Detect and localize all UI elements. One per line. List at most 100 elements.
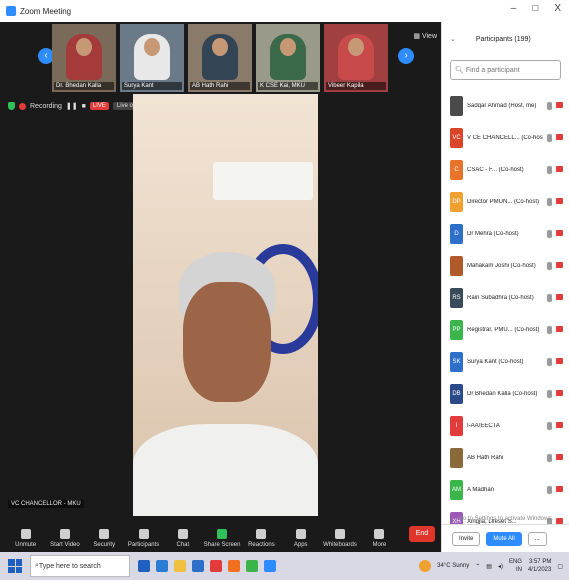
firefox-icon[interactable] bbox=[228, 560, 240, 572]
video-off-icon[interactable] bbox=[556, 262, 563, 268]
pause-recording-icon[interactable]: ❚❚ bbox=[66, 102, 78, 110]
microphone-muted-icon[interactable] bbox=[547, 358, 552, 366]
participant-status bbox=[547, 326, 563, 334]
tool-label: Reactions bbox=[248, 542, 275, 548]
thumbnail-face bbox=[212, 38, 228, 56]
microphone-muted-icon[interactable] bbox=[547, 166, 552, 174]
thumbnail-face bbox=[76, 38, 92, 56]
chat-button[interactable]: Chat bbox=[163, 529, 202, 548]
reactions-button[interactable]: Reactions bbox=[242, 529, 281, 548]
participant-row[interactable]: PP Registrar, PMU... (Co-host) bbox=[442, 314, 569, 346]
avatar bbox=[450, 256, 463, 276]
microphone-muted-icon[interactable] bbox=[547, 134, 552, 142]
video-off-icon[interactable] bbox=[556, 358, 563, 364]
unmute-button[interactable]: Unmute bbox=[6, 529, 45, 548]
zoom-app-icon[interactable] bbox=[264, 560, 276, 572]
thumbnail-face bbox=[144, 38, 160, 56]
stop-recording-icon[interactable]: ■ bbox=[82, 103, 86, 110]
store-icon[interactable] bbox=[192, 560, 204, 572]
video-off-icon[interactable] bbox=[556, 230, 563, 236]
microphone-muted-icon[interactable] bbox=[547, 454, 552, 462]
thumbnails-next-button[interactable]: › bbox=[398, 48, 414, 64]
microphone-muted-icon[interactable] bbox=[547, 230, 552, 238]
recording-label: Recording bbox=[30, 102, 62, 110]
notification-icon[interactable]: ▢ bbox=[557, 563, 563, 570]
participant-row[interactable]: AM A Madhan bbox=[442, 474, 569, 506]
mute-all-button[interactable]: Mute All bbox=[486, 531, 522, 546]
minimize-button[interactable]: – bbox=[511, 3, 517, 14]
participant-row[interactable]: DP Director PMUN... (Co-host) bbox=[442, 186, 569, 218]
participant-thumbnail[interactable]: K CSE Kai, MKU bbox=[256, 24, 320, 92]
taskbar-search-input[interactable]: ⌕ Type here to search bbox=[30, 555, 130, 577]
microphone-muted-icon[interactable] bbox=[547, 486, 552, 494]
microphone-muted-icon[interactable] bbox=[547, 326, 552, 334]
participant-status bbox=[547, 230, 563, 238]
video-off-icon[interactable] bbox=[556, 422, 563, 428]
video-off-icon[interactable] bbox=[556, 486, 563, 492]
security-button[interactable]: Security bbox=[85, 529, 124, 548]
edge-browser-icon[interactable] bbox=[156, 560, 168, 572]
participant-row[interactable]: AB Hath Rahi bbox=[442, 442, 569, 474]
file-explorer-icon[interactable] bbox=[174, 560, 186, 572]
chrome-icon[interactable] bbox=[246, 560, 258, 572]
windows-start-icon[interactable] bbox=[8, 559, 22, 573]
clock[interactable]: 3:57 PM 4/1/2023 bbox=[528, 558, 551, 574]
participant-thumbnail[interactable]: AB Hath Rahi bbox=[188, 24, 252, 92]
invite-button[interactable]: Invite bbox=[452, 531, 481, 546]
participants-button[interactable]: Participants bbox=[124, 529, 163, 548]
microphone-muted-icon[interactable] bbox=[547, 294, 552, 302]
microphone-muted-icon[interactable] bbox=[547, 102, 552, 110]
video-off-icon[interactable] bbox=[556, 134, 563, 140]
participant-row[interactable]: I I-AA/EECTA bbox=[442, 410, 569, 442]
video-off-icon[interactable] bbox=[556, 294, 563, 300]
mail-icon[interactable] bbox=[210, 560, 222, 572]
whiteboards-button[interactable]: Whiteboards bbox=[320, 529, 359, 548]
participant-thumbnail[interactable]: Vibeer Kapila bbox=[324, 24, 388, 92]
view-button[interactable]: ▦ View bbox=[413, 32, 437, 40]
share-screen-button[interactable]: Share Screen bbox=[202, 529, 241, 548]
participant-row[interactable]: D Dr Mehra (Co-host) bbox=[442, 218, 569, 250]
tray-overflow-icon[interactable]: ⌃ bbox=[475, 563, 480, 570]
participant-row[interactable]: DB Dr Bhedan Kalla (Co-host) bbox=[442, 378, 569, 410]
participant-row[interactable]: RS Rain Subadhra (Co-host) bbox=[442, 282, 569, 314]
video-off-icon[interactable] bbox=[556, 198, 563, 204]
more-button[interactable]: More bbox=[360, 529, 399, 548]
task-view-icon[interactable] bbox=[138, 560, 150, 572]
video-off-icon[interactable] bbox=[556, 326, 563, 332]
participant-row[interactable]: Mahakam Joshi (Co-host) bbox=[442, 250, 569, 282]
participant-thumbnail[interactable]: Dr. Bhedan Kalla bbox=[52, 24, 116, 92]
participant-row[interactable]: VC V CE CHANCELL... (Co-host) bbox=[442, 122, 569, 154]
participant-row[interactable]: C CSAC - F... (Co-host) bbox=[442, 154, 569, 186]
microphone-muted-icon[interactable] bbox=[547, 262, 552, 270]
microphone-muted-icon[interactable] bbox=[547, 390, 552, 398]
window-controls: – □ X bbox=[511, 3, 561, 14]
microphone-muted-icon[interactable] bbox=[547, 422, 552, 430]
end-meeting-button[interactable]: End bbox=[408, 526, 435, 542]
tool-label: More bbox=[372, 542, 387, 548]
collapse-chevron-icon[interactable]: ⌄ bbox=[450, 35, 456, 43]
start-video-button[interactable]: Start Video bbox=[45, 529, 84, 548]
video-off-icon[interactable] bbox=[556, 390, 563, 396]
apps-button[interactable]: Apps bbox=[281, 529, 320, 548]
more-options-button[interactable]: ... bbox=[527, 531, 547, 546]
speaker-shirt bbox=[133, 424, 318, 516]
participant-name: Director PMUN... (Co-host) bbox=[467, 199, 540, 205]
network-icon[interactable]: ▤ bbox=[486, 563, 492, 570]
participant-status bbox=[547, 262, 563, 270]
participant-row[interactable]: SK Surya Kant (Co-host) bbox=[442, 346, 569, 378]
language-indicator[interactable]: ENG IN bbox=[509, 558, 522, 574]
video-off-icon[interactable] bbox=[556, 102, 563, 108]
participant-search-input[interactable]: 🔍︎ Find a participant bbox=[450, 60, 561, 80]
video-off-icon[interactable] bbox=[556, 166, 563, 172]
microphone-muted-icon[interactable] bbox=[547, 198, 552, 206]
weather-sun-icon bbox=[419, 560, 432, 572]
video-off-icon[interactable] bbox=[556, 454, 563, 460]
volume-icon[interactable]: ◂) bbox=[498, 563, 503, 570]
tool-label: Unmute bbox=[15, 542, 37, 548]
avatar bbox=[450, 448, 463, 468]
close-button[interactable]: X bbox=[554, 3, 561, 14]
participant-row[interactable]: Sadqar Ahmad (Host, me) bbox=[442, 90, 569, 122]
search-placeholder: Find a participant bbox=[465, 67, 520, 74]
participant-thumbnail[interactable]: Surya Kant bbox=[120, 24, 184, 92]
maximize-button[interactable]: □ bbox=[532, 3, 538, 14]
